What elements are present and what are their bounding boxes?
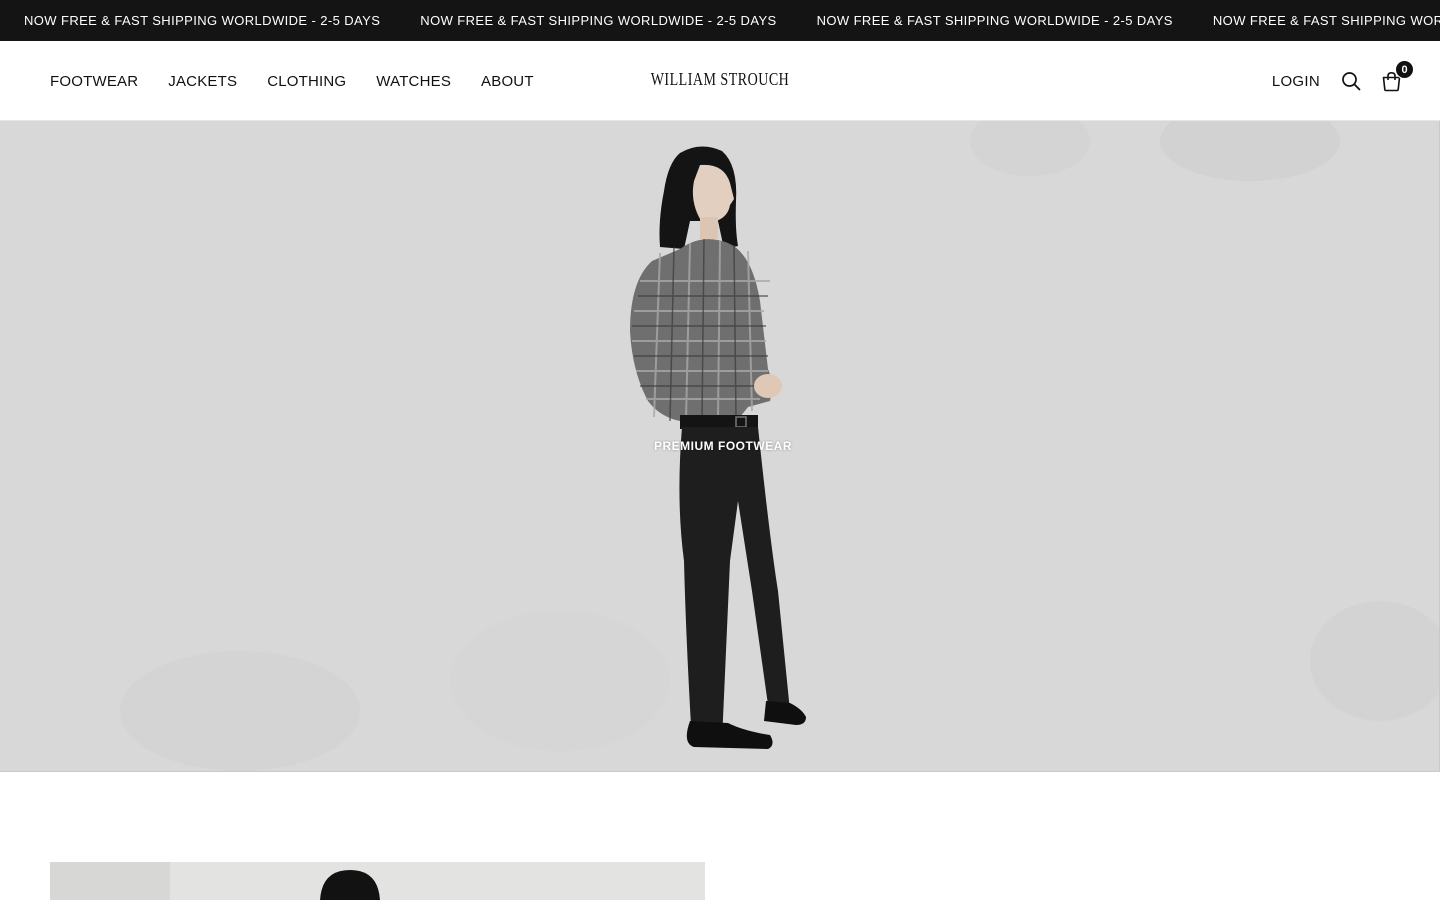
announcement-text: NOW FREE & FAST SHIPPING WORLDWIDE - 2-5… — [24, 13, 381, 28]
hero-banner[interactable]: PREMIUM FOOTWEAR — [0, 121, 1440, 772]
nav-link-clothing[interactable]: CLOTHING — [267, 73, 346, 90]
cart-button[interactable]: 0 — [1380, 60, 1414, 92]
collection-image[interactable] — [50, 862, 705, 900]
header-actions: LOGIN 0 — [1272, 41, 1414, 121]
login-link[interactable]: LOGIN — [1272, 73, 1320, 90]
nav-link-watches[interactable]: WATCHES — [376, 73, 451, 90]
nav-link-footwear[interactable]: FOOTWEAR — [50, 73, 138, 90]
announcement-text: NOW FREE & FAST SHIPPING WORLDWIDE - 2-5… — [816, 13, 1173, 28]
collection-model-image — [50, 862, 705, 900]
site-header: FOOTWEAR JACKETS CLOTHING WATCHES ABOUT … — [0, 41, 1440, 121]
announcement-text: NOW FREE & FAST SHIPPING WORLDWIDE - 2-5… — [1212, 13, 1440, 28]
hero-caption: PREMIUM FOOTWEAR — [654, 439, 792, 453]
nav-link-about[interactable]: ABOUT — [481, 73, 534, 90]
search-icon — [1342, 72, 1361, 91]
main-nav: FOOTWEAR JACKETS CLOTHING WATCHES ABOUT — [50, 41, 564, 121]
nav-link-jackets[interactable]: JACKETS — [168, 73, 237, 90]
search-button[interactable] — [1340, 70, 1362, 92]
brand-logo[interactable]: WILLIAM STROUCH — [620, 31, 820, 131]
cart-count-badge: 0 — [1395, 60, 1414, 79]
